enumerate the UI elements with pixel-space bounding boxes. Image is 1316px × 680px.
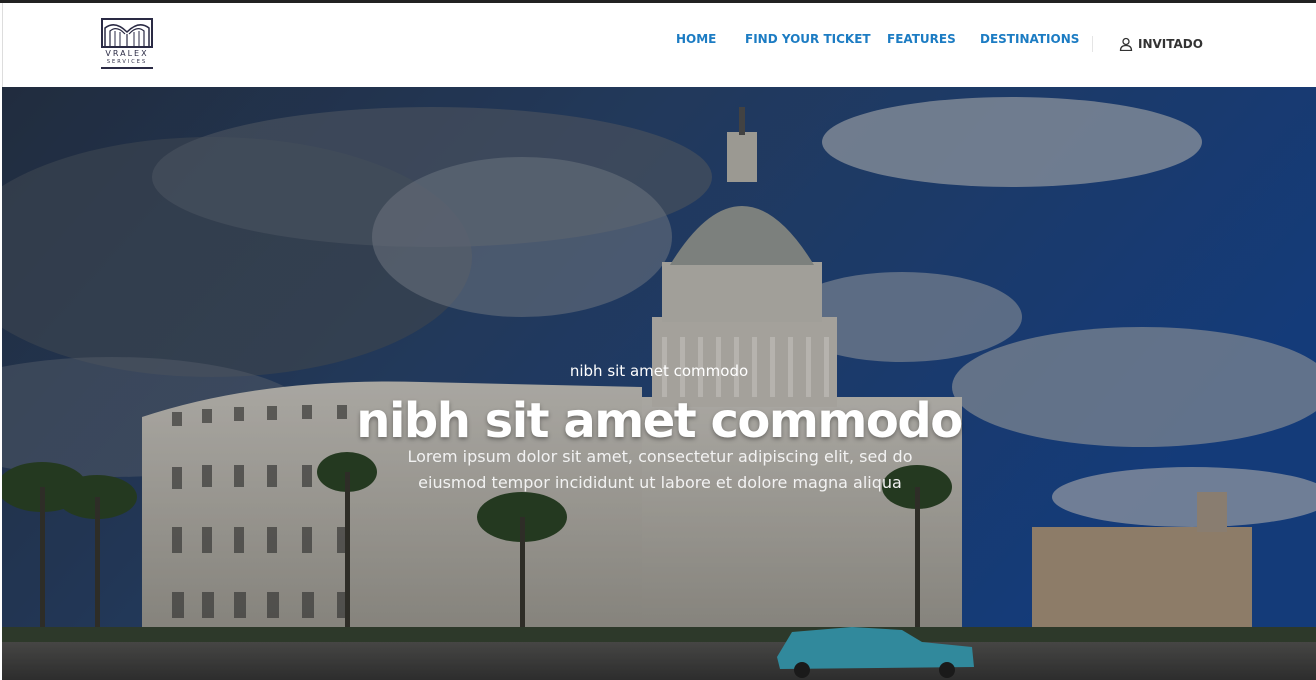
- hero-description: Lorem ipsum dolor sit amet, consectetur …: [407, 447, 913, 492]
- logo-sub: SERVICES: [106, 59, 148, 65]
- nav-divider: [1092, 36, 1093, 52]
- hero-dark-overlay: [2, 87, 1316, 680]
- nav-item-home[interactable]: HOME: [676, 32, 716, 46]
- hero-title: nibh sit amet commodo: [356, 393, 963, 449]
- logo[interactable]: VRALEX SERVICES: [101, 18, 157, 72]
- user-icon: [1119, 37, 1133, 51]
- user-label: INVITADO: [1138, 37, 1203, 51]
- hero-kicker: nibh sit amet commodo: [569, 362, 749, 380]
- logo-underline: [101, 67, 153, 69]
- hero-banner: nibh sit amet commodo nibh sit amet comm…: [2, 87, 1316, 680]
- nav-item-find-your-ticket[interactable]: FIND YOUR TICKET: [745, 32, 871, 46]
- nav-item-destinations[interactable]: DESTINATIONS: [980, 32, 1079, 46]
- nav-item-features[interactable]: FEATURES: [887, 32, 956, 46]
- logo-name: VRALEX: [105, 49, 149, 58]
- logo-arches-icon: [101, 18, 153, 48]
